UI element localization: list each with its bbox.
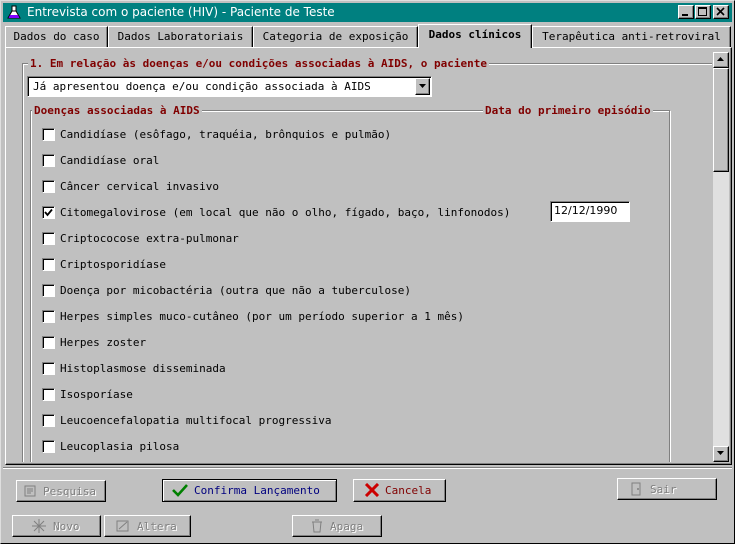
disease-checkbox[interactable] [42,258,55,271]
disease-checkbox[interactable] [42,206,55,219]
cancela-label: Cancela [385,484,432,497]
door-icon [631,482,641,496]
disease-label[interactable]: Isosporíase [60,388,133,401]
novo-button[interactable]: Novo [12,515,101,537]
pesquisa-button[interactable]: Pesquisa [16,480,106,502]
disease-checkbox[interactable] [42,232,55,245]
tab-categoria-de-exposicao[interactable]: Categoria de exposição [253,26,418,47]
scroll-down-button[interactable] [713,446,729,462]
altera-label: Altera [137,520,177,533]
confirma-lancamento-button[interactable]: Confirma Lançamento [162,479,337,502]
new-icon [32,519,46,533]
checkmark-icon [44,208,53,217]
close-icon [716,7,725,16]
disease-label[interactable]: Histoplasmose disseminada [60,362,226,375]
chevron-down-icon [717,451,724,455]
first-episode-date-field[interactable]: 12/12/1990 [550,201,630,222]
disease-checkbox[interactable] [42,388,55,401]
checkmark-icon [172,484,188,497]
disease-checkbox[interactable] [42,154,55,167]
pesquisa-label: Pesquisa [43,485,96,498]
tab-dados-laboratoriais[interactable]: Dados Laboratoriais [108,26,253,47]
tab-terapeutica-anti-retroviral[interactable]: Terapêutica anti-retroviral [532,26,731,47]
disease-label[interactable]: Candidíase (esôfago, traquéia, brônquios… [60,128,391,141]
chevron-down-icon [419,84,426,88]
window-title: Entrevista com o paciente (HIV) - Pacien… [27,5,335,19]
apaga-label: Apaga [330,520,364,533]
disease-checkbox[interactable] [42,128,55,141]
disease-label[interactable]: Herpes simples muco-cutâneo (por um perí… [60,310,464,323]
scroll-content: 1. Em relação às doenças e/ou condições … [12,52,712,462]
scroll-up-button[interactable] [713,52,729,68]
flask-icon [7,5,21,19]
sair-label: Sair [650,483,677,496]
disease-checkbox[interactable] [42,362,55,375]
close-button[interactable] [713,5,729,19]
vertical-scrollbar[interactable] [713,52,729,462]
apaga-button[interactable]: Apaga [292,515,382,537]
tab-panel: 1. Em relação às doenças e/ou condições … [5,47,732,465]
tab-dados-clinicos[interactable]: Dados clínicos [418,24,532,48]
main-window: Entrevista com o paciente (HIV) - Pacien… [0,0,735,544]
title-bar[interactable]: Entrevista com o paciente (HIV) - Pacien… [3,3,732,22]
disease-label[interactable]: Leucoplasia pilosa [60,440,179,453]
disease-checkbox[interactable] [42,336,55,349]
section-legend: 1. Em relação às doenças e/ou condições … [28,57,489,70]
maximize-icon [698,7,707,16]
disease-label[interactable]: Criptosporidíase [60,258,166,271]
scroll-thumb[interactable] [713,68,729,172]
date-header: Data do primeiro episódio [483,104,653,117]
altera-button[interactable]: Altera [104,515,191,537]
separator [3,467,732,469]
disease-checkbox[interactable] [42,284,55,297]
disease-label[interactable]: Candidíase oral [60,154,159,167]
x-icon [364,483,380,497]
disease-label[interactable]: Doença por micobactéria (outra que não a… [60,284,411,297]
maximize-button[interactable] [695,5,711,19]
search-icon [24,485,36,497]
disease-checkbox[interactable] [42,440,55,453]
disease-label[interactable]: Câncer cervical invasivo [60,180,219,193]
disease-label[interactable]: Herpes zoster [60,336,146,349]
trash-icon [312,519,322,533]
combo-value: Já apresentou doença e/ou condição assoc… [33,80,371,93]
sair-button[interactable]: Sair [617,478,717,500]
disease-checkbox[interactable] [42,310,55,323]
dropdown-button[interactable] [415,78,430,95]
cancela-button[interactable]: Cancela [353,479,446,502]
disease-checkbox[interactable] [42,414,55,427]
disease-label[interactable]: Leucoencefalopatia multifocal progressiv… [60,414,332,427]
disease-checkbox[interactable] [42,180,55,193]
disease-label[interactable]: Criptococose extra-pulmonar [60,232,239,245]
diseases-header: Doenças associadas à AIDS [32,104,202,117]
aids-condition-select[interactable]: Já apresentou doença e/ou condição assoc… [27,76,432,97]
disease-label[interactable]: Citomegalovirose (em local que não o olh… [60,206,510,219]
minimize-button[interactable] [678,5,694,19]
novo-label: Novo [53,520,80,533]
edit-icon [116,520,129,532]
confirma-label: Confirma Lançamento [194,484,320,497]
tab-dados-do-caso[interactable]: Dados do caso [5,26,108,47]
chevron-up-icon [717,57,724,61]
minimize-icon [682,14,688,16]
